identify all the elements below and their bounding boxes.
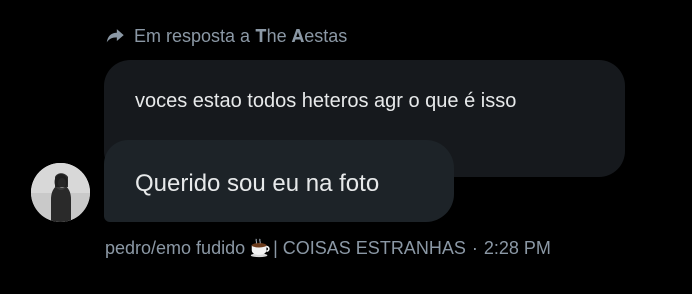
message-bubble-current[interactable]: Querido sou eu na foto [104,140,454,222]
sender-avatar[interactable] [31,163,90,222]
reply-prefix: Em resposta a [134,25,251,46]
reply-context[interactable]: Em resposta a 𝐓he 𝐀estas [104,24,347,48]
message-text: voces estao todos heteros agr o que é is… [135,90,517,112]
sender-name-suffix[interactable]: | COISAS ESTRANHAS [273,238,466,259]
message-text: Querido sou eu na foto [135,170,380,197]
coffee-cup-icon [249,237,271,259]
reply-recipient-name[interactable]: 𝐓he 𝐀estas [255,26,347,47]
message-meta: pedro/emo fudido | COISAS ESTRANHAS · 2:… [105,236,551,260]
meta-separator: · [471,237,478,258]
message-timestamp: 2:28 PM [483,237,551,258]
sender-name[interactable]: pedro/emo fudido [105,238,245,259]
reply-arrow-icon [104,25,126,47]
